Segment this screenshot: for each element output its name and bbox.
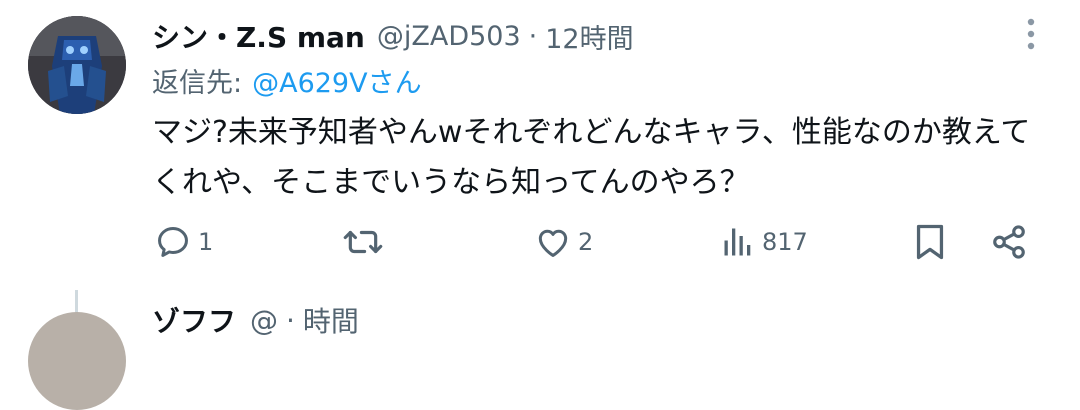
bookmark-icon <box>916 224 944 260</box>
next-tweet-header: ゾフフ @ · 時間 <box>152 300 359 340</box>
next-author-handle[interactable]: @ <box>250 304 278 337</box>
more-vertical-icon <box>1027 18 1035 50</box>
retweet-button[interactable] <box>342 218 384 266</box>
reply-icon <box>158 227 188 257</box>
reply-context: 返信先: @A629Vさん <box>152 60 422 100</box>
more-options-button[interactable] <box>1016 14 1046 54</box>
separator-dot: · <box>528 20 538 52</box>
like-count: 2 <box>578 228 594 256</box>
views-count: 817 <box>762 228 808 256</box>
author-name[interactable]: シン・Z.S man <box>152 16 365 56</box>
like-button[interactable]: 2 <box>534 218 593 266</box>
views-button[interactable]: 817 <box>720 218 808 266</box>
share-button[interactable] <box>990 218 1028 266</box>
tweet-text: マジ?未来予知者やんwそれぞれどんなキャラ、性能なのか教えてくれや、そこまでいう… <box>152 115 1031 200</box>
next-separator-dot: · <box>286 303 295 337</box>
views-icon <box>724 228 751 256</box>
avatar-image <box>28 16 126 114</box>
tweet-header: シン・Z.S man @jZAD503 · 12時間 <box>152 16 634 56</box>
next-avatar[interactable] <box>28 312 126 410</box>
timestamp[interactable]: 12時間 <box>545 17 633 56</box>
retweet-icon <box>343 230 383 254</box>
reply-handle-link[interactable]: @A629Vさん <box>252 61 421 100</box>
heart-icon <box>538 229 568 257</box>
avatar[interactable] <box>28 16 126 114</box>
author-handle[interactable]: @jZAD503 <box>377 21 521 52</box>
reply-button[interactable]: 1 <box>154 218 213 266</box>
bookmark-button[interactable] <box>912 218 948 266</box>
next-timestamp[interactable]: 時間 <box>303 300 359 340</box>
reply-count: 1 <box>198 228 214 256</box>
reply-label: 返信先: <box>152 67 243 99</box>
share-icon <box>993 225 1025 259</box>
next-author-name[interactable]: ゾフフ <box>152 300 236 340</box>
